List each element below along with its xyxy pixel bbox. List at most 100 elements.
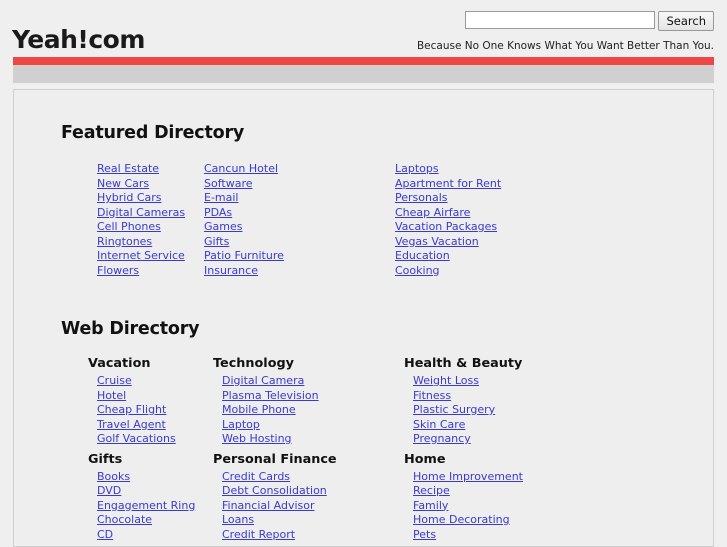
list-item: Credit Cards <box>222 470 404 485</box>
category-link[interactable]: Cruise <box>97 374 132 387</box>
category-block: Personal Finance Credit Cards Debt Conso… <box>213 451 404 543</box>
list-item: Web Hosting <box>222 432 404 447</box>
category-link-list: Books DVD Engagement Ring Chocolate CD <box>88 470 213 543</box>
list-item: Pets <box>413 528 604 543</box>
list-item: Gifts <box>204 235 395 250</box>
category-link-list: Cruise Hotel Cheap Flight Travel Agent G… <box>88 374 213 447</box>
category-link[interactable]: Engagement Ring <box>97 499 195 512</box>
category-link[interactable]: Pets <box>413 528 436 541</box>
site-logo[interactable]: Yeah!com <box>12 26 145 54</box>
list-item: Games <box>204 220 395 235</box>
category-link[interactable]: Chocolate <box>97 513 152 526</box>
list-item: Credit Report <box>222 528 404 543</box>
featured-link[interactable]: Cooking <box>395 264 440 277</box>
category-link[interactable]: Web Hosting <box>222 432 292 445</box>
featured-link[interactable]: Software <box>204 177 253 190</box>
search-button[interactable]: Search <box>658 11 714 31</box>
category-link[interactable]: Digital Camera <box>222 374 304 387</box>
category-link[interactable]: Skin Care <box>413 418 465 431</box>
category-link[interactable]: Home Improvement <box>413 470 523 483</box>
featured-link[interactable]: Laptops <box>395 162 439 175</box>
search-input[interactable] <box>465 11 656 29</box>
featured-link-list: Real Estate New Cars Hybrid Cars Digital… <box>97 162 204 278</box>
category-link-list: Home Improvement Recipe Family Home Deco… <box>404 470 604 543</box>
category-link[interactable]: Loans <box>222 513 254 526</box>
featured-link[interactable]: Patio Furniture <box>204 249 284 262</box>
category-link[interactable]: Credit Report <box>222 528 295 541</box>
nav-bar <box>13 65 714 83</box>
featured-link[interactable]: PDAs <box>204 206 232 219</box>
category-link[interactable]: Plastic Surgery <box>413 403 495 416</box>
category-link[interactable]: Plasma Television <box>222 389 319 402</box>
featured-link[interactable]: Internet Service <box>97 249 185 262</box>
featured-link[interactable]: Digital Cameras <box>97 206 185 219</box>
list-item: Family <box>413 499 604 514</box>
featured-link[interactable]: Flowers <box>97 264 139 277</box>
web-directory-column: Vacation Cruise Hotel Cheap Flight Trave… <box>14 355 213 546</box>
featured-link[interactable]: Vacation Packages <box>395 220 497 233</box>
category-link[interactable]: Weight Loss <box>413 374 479 387</box>
list-item: Software <box>204 177 395 192</box>
list-item: Internet Service <box>97 249 204 264</box>
featured-link-list: Cancun Hotel Software E-mail PDAs Games … <box>204 162 395 278</box>
list-item: Chocolate <box>97 513 213 528</box>
featured-link[interactable]: Insurance <box>204 264 258 277</box>
category-title: Personal Finance <box>213 451 337 467</box>
featured-link[interactable]: E-mail <box>204 191 239 204</box>
category-link[interactable]: DVD <box>97 484 121 497</box>
featured-link[interactable]: Vegas Vacation <box>395 235 479 248</box>
list-item: Cheap Airfare <box>395 206 595 221</box>
search-area: Search <box>465 11 714 31</box>
featured-link[interactable]: Games <box>204 220 242 233</box>
category-link[interactable]: Golf Vacations <box>97 432 176 445</box>
category-link[interactable]: Credit Cards <box>222 470 290 483</box>
web-directory-columns: Vacation Cruise Hotel Cheap Flight Trave… <box>14 339 713 546</box>
category-title: Health & Beauty <box>404 356 523 371</box>
featured-link[interactable]: Real Estate <box>97 162 159 175</box>
featured-link[interactable]: Cancun Hotel <box>204 162 278 175</box>
list-item: Plasma Television <box>222 389 404 404</box>
category-link[interactable]: Mobile Phone <box>222 403 296 416</box>
featured-link[interactable]: Gifts <box>204 235 229 248</box>
category-link[interactable]: Family <box>413 499 448 512</box>
category-link[interactable]: Hotel <box>97 389 126 402</box>
featured-link[interactable]: Ringtones <box>97 235 152 248</box>
category-link[interactable]: Fitness <box>413 389 451 402</box>
featured-link[interactable]: Personals <box>395 191 448 204</box>
list-item: Pregnancy <box>413 432 604 447</box>
category-link[interactable]: Pregnancy <box>413 432 471 445</box>
category-link[interactable]: Debt Consolidation <box>222 484 327 497</box>
featured-link[interactable]: Cell Phones <box>97 220 161 233</box>
category-block: Technology Digital Camera Plasma Televis… <box>213 355 404 447</box>
category-link[interactable]: Cheap Flight <box>97 403 166 416</box>
category-title: Gifts <box>88 451 123 467</box>
category-link[interactable]: Financial Advisor <box>222 499 315 512</box>
list-item: Fitness <box>413 389 604 404</box>
category-link[interactable]: Recipe <box>413 484 450 497</box>
featured-link-list: Laptops Apartment for Rent Personals Che… <box>395 162 595 278</box>
list-item: Engagement Ring <box>97 499 213 514</box>
list-item: Recipe <box>413 484 604 499</box>
list-item: CD <box>97 528 213 543</box>
web-directory-title: Web Directory <box>61 319 200 339</box>
list-item: Education <box>395 249 595 264</box>
featured-link[interactable]: Apartment for Rent <box>395 177 501 190</box>
category-link-list: Weight Loss Fitness Plastic Surgery Skin… <box>404 374 604 447</box>
category-link[interactable]: Laptop <box>222 418 260 431</box>
featured-link[interactable]: Education <box>395 249 450 262</box>
list-item: Digital Camera <box>222 374 404 389</box>
featured-link[interactable]: Cheap Airfare <box>395 206 470 219</box>
category-link[interactable]: Home Decorating <box>413 513 510 526</box>
category-link[interactable]: CD <box>97 528 113 541</box>
category-link[interactable]: Books <box>97 470 130 483</box>
featured-directory-columns: Real Estate New Cars Hybrid Cars Digital… <box>14 143 713 278</box>
list-item: Hotel <box>97 389 213 404</box>
list-item: Cancun Hotel <box>204 162 395 177</box>
featured-link[interactable]: Hybrid Cars <box>97 191 162 204</box>
featured-link[interactable]: New Cars <box>97 177 149 190</box>
list-item: Laptops <box>395 162 595 177</box>
list-item: Hybrid Cars <box>97 191 204 206</box>
list-item: PDAs <box>204 206 395 221</box>
category-link[interactable]: Travel Agent <box>97 418 166 431</box>
featured-directory-title: Featured Directory <box>61 123 245 143</box>
